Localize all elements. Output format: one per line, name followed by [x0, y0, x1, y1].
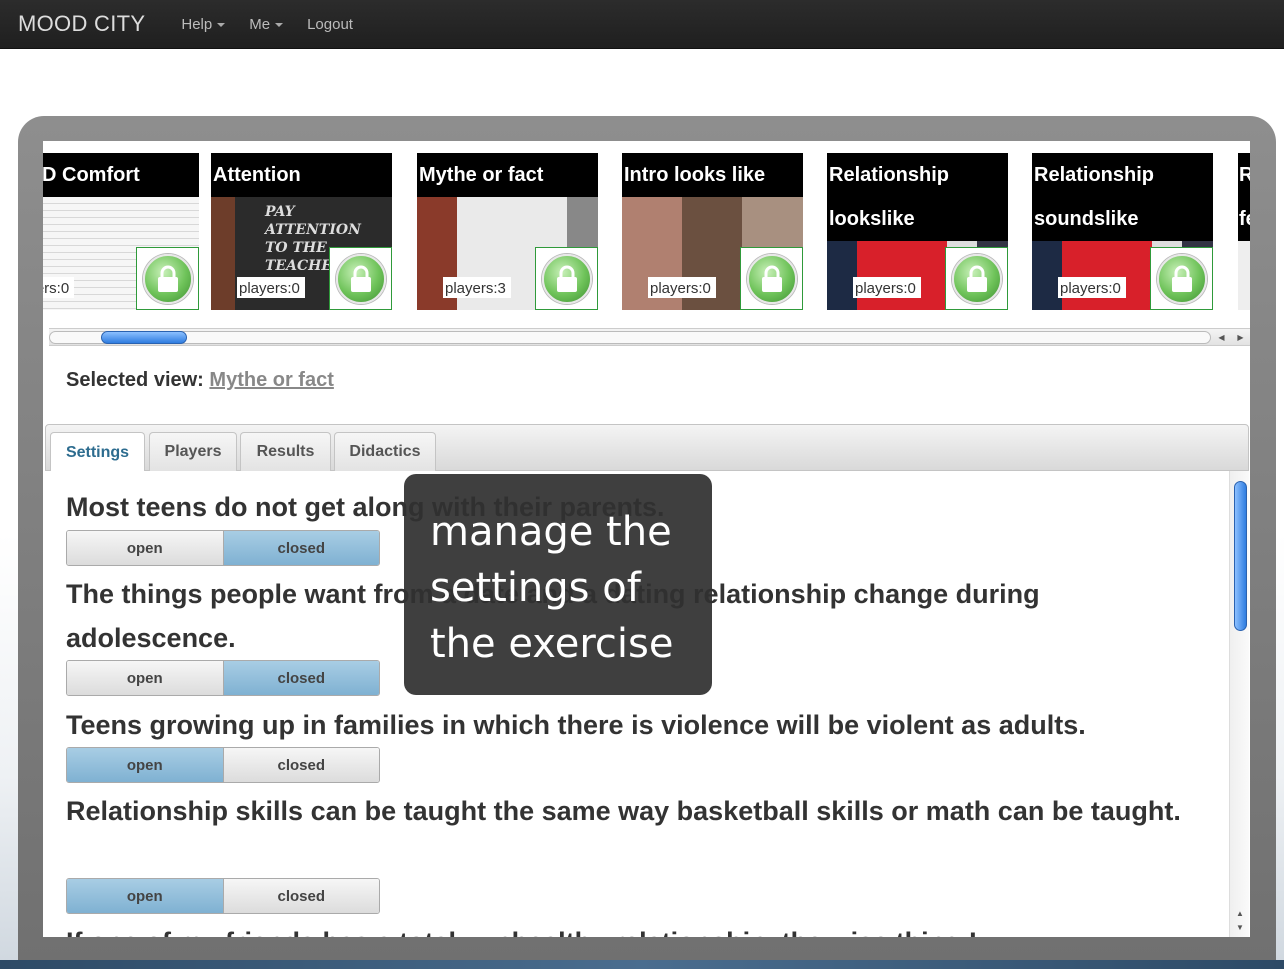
exercise-card[interactable]: Attention PAY ATTENTION TO THE TEACHER p… [211, 153, 392, 310]
card-title: Mythe or fact [417, 153, 598, 197]
card-players: players:3 [443, 277, 511, 298]
card-thumbnail [1238, 241, 1250, 310]
exercise-card[interactable]: Intro looks like players:0 [622, 153, 803, 310]
nav-logout[interactable]: Logout [307, 16, 353, 33]
lock-button[interactable] [740, 247, 803, 310]
tab-settings[interactable]: Settings [50, 432, 145, 472]
open-closed-toggle[interactable]: open closed [66, 747, 380, 783]
scrollbar-arrows: ◀ ▶ [1212, 330, 1250, 345]
question-text: If one of my friends has a totaly unheal… [66, 920, 1186, 937]
question-text: Teens growing up in families in which th… [66, 710, 1086, 740]
card-title: Relationship soundslike [1034, 164, 1155, 230]
selected-view-label: Selected view: [66, 369, 204, 391]
question-text: Relationship skills can be taught the sa… [66, 796, 1181, 826]
card-players: ayers:0 [43, 277, 75, 298]
bottom-strip [0, 960, 1284, 969]
selected-view: Selected view: Mythe or fact [66, 369, 334, 392]
nav-me[interactable]: Me [249, 15, 284, 33]
scroll-up-icon[interactable]: ▲ [1230, 907, 1249, 921]
top-navbar: MOOD CITY Help Me Logout [0, 0, 1284, 49]
open-option[interactable]: open [67, 748, 223, 782]
tutorial-caption: manage the settings of the exercise [404, 474, 712, 695]
scrollbar-track[interactable] [49, 331, 1211, 344]
exercise-card[interactable]: Relationship lookslike players:0 [827, 153, 1008, 310]
open-option[interactable]: open [67, 879, 223, 913]
card-title: Attention [211, 153, 392, 197]
nav-help[interactable]: Help [181, 15, 226, 33]
nav-me-label: Me [249, 15, 271, 33]
scrollbar-thumb[interactable] [101, 331, 187, 344]
scroll-down-icon[interactable]: ▼ [1230, 921, 1249, 935]
content-scrollbar[interactable]: ▲ ▼ [1229, 471, 1249, 937]
lock-button[interactable] [535, 247, 598, 310]
card-title: Relationship lookslike [829, 164, 950, 230]
exercise-card[interactable]: Mythe or fact players:3 [417, 153, 598, 310]
closed-option[interactable]: closed [222, 748, 379, 782]
open-closed-toggle[interactable]: open closed [66, 660, 380, 696]
scrollbar-arrows: ▲ ▼ [1230, 907, 1249, 935]
lock-button[interactable] [1150, 247, 1213, 310]
lock-button[interactable] [945, 247, 1008, 310]
card-title: Intro looks like [622, 153, 803, 197]
card-players: players:0 [237, 277, 305, 298]
open-closed-toggle[interactable]: open closed [66, 530, 380, 566]
closed-option[interactable]: closed [222, 879, 379, 913]
closed-option[interactable]: closed [222, 531, 379, 565]
selected-view-link[interactable]: Mythe or fact [209, 369, 333, 391]
scrollbar-thumb[interactable] [1234, 481, 1247, 631]
card-players: players:0 [648, 277, 716, 298]
open-closed-toggle[interactable]: open closed [66, 878, 380, 914]
exercise-card[interactable]: Relationship soundslike players:0 [1032, 153, 1213, 310]
scroll-left-icon[interactable]: ◀ [1212, 330, 1231, 345]
card-title: R fe [1238, 153, 1250, 241]
lock-icon [1156, 253, 1207, 304]
scroll-right-icon[interactable]: ▶ [1231, 330, 1250, 345]
open-option[interactable]: open [67, 661, 223, 695]
lock-icon [541, 253, 592, 304]
nav-help-label: Help [181, 15, 213, 33]
closed-option[interactable]: closed [222, 661, 379, 695]
caret-down-icon [217, 23, 226, 27]
lock-icon [951, 253, 1002, 304]
card-title: D Comfort [43, 153, 199, 197]
open-option[interactable]: open [67, 531, 223, 565]
tab-bar: Settings Players Results Didactics [45, 424, 1249, 472]
lock-icon [335, 253, 386, 304]
carousel-scrollbar[interactable]: ◀ ▶ [49, 328, 1250, 346]
card-players: players:0 [1058, 277, 1126, 298]
caret-down-icon [275, 23, 284, 27]
tab-didactics[interactable]: Didactics [334, 432, 436, 471]
exercise-carousel: D Comfort ayers:0 Attention PAY ATTENTIO… [43, 141, 1250, 328]
brand-logo[interactable]: MOOD CITY [18, 11, 145, 37]
tab-results[interactable]: Results [240, 432, 331, 471]
lock-button[interactable] [329, 247, 392, 310]
lock-icon [746, 253, 797, 304]
lock-button[interactable] [136, 247, 199, 310]
card-players: players:0 [853, 277, 921, 298]
exercise-card[interactable]: R fe [1238, 153, 1250, 310]
lock-icon [142, 253, 193, 304]
exercise-card[interactable]: D Comfort ayers:0 [43, 153, 199, 310]
tab-players[interactable]: Players [149, 432, 237, 471]
